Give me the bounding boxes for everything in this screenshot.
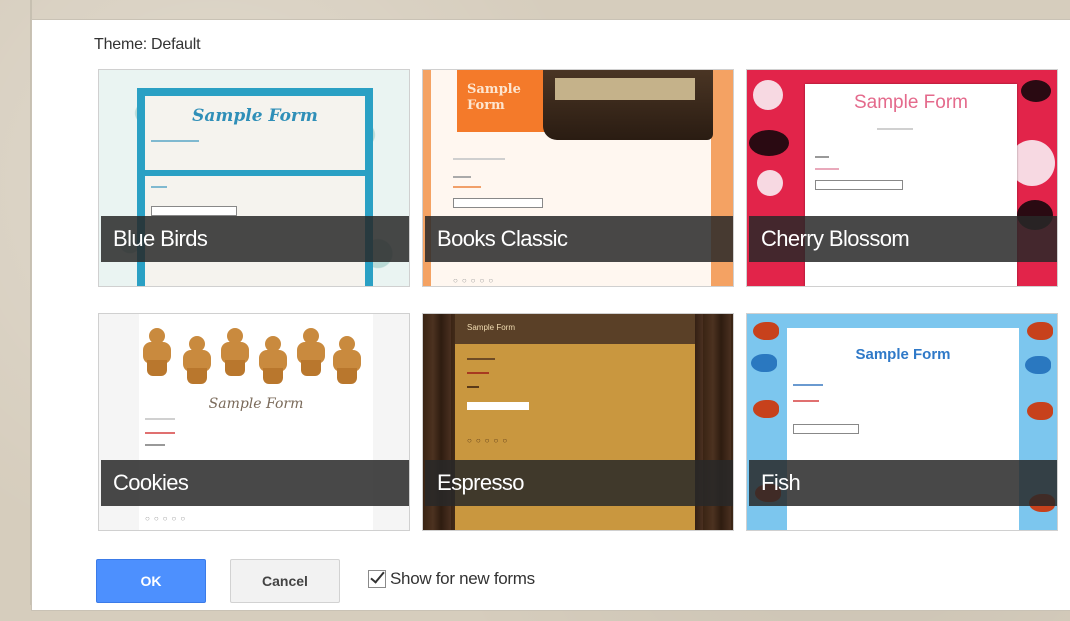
theme-preview-title: Sample Form [467,323,516,332]
blossom-shape [749,130,789,156]
theme-tile-blue-birds[interactable]: Sample Form Blue Birds [98,69,410,287]
preview-rating: ○○○○○ [453,276,498,285]
theme-tile-espresso[interactable]: Sample Form ○○○○○ Espresso [422,313,734,531]
book-image [555,78,695,100]
preview-input [815,180,903,190]
gingerbread-icon [331,336,361,384]
show-for-new-forms-option[interactable]: Show for new forms [368,567,535,591]
fish-shape [753,322,779,340]
show-for-new-forms-checkbox[interactable] [368,570,386,588]
gingerbread-icon [141,328,171,376]
gingerbread-icon [295,328,325,376]
theme-caption: Blue Birds [101,216,409,262]
preview-line [145,444,165,446]
preview-line [453,176,471,178]
theme-caption: Cherry Blossom [749,216,1057,262]
theme-preview-title: Sample Form [467,82,521,114]
theme-caption: Cookies [101,460,409,506]
fish-shape [753,400,779,418]
preview-line [151,186,167,188]
theme-tile-fish[interactable]: Sample Form Fish [746,313,1058,531]
theme-caption: Fish [749,460,1057,506]
blossom-shape [753,80,783,110]
gingerbread-icon [181,336,211,384]
theme-tile-cookies[interactable]: Sample Form ○○○○○ Cookies [98,313,410,531]
preview-input [151,206,237,216]
preview-line [815,168,839,170]
blossom-shape [757,170,783,196]
preview-input [453,198,543,208]
theme-preview-title-line2: Form [467,98,505,113]
preview-line [815,156,829,158]
theme-preview-title: Sample Form [853,92,969,113]
preview-line [145,432,175,434]
theme-preview-title: Sample Form [208,396,304,412]
theme-dialog: Theme: Default Sample Form Blue Birds Sam… [32,20,1070,610]
preview-rating: ○○○○○ [467,436,512,445]
cancel-button[interactable]: Cancel [230,559,340,603]
preview-line [467,386,479,388]
theme-preview-title: Sample Form [192,106,318,126]
theme-label-value: Default [151,36,201,53]
preview-input [467,402,529,410]
theme-preview-title-line1: Sample [467,82,521,97]
blossom-shape [1021,80,1051,102]
preview-line [453,186,481,188]
gingerbread-icon [257,336,287,384]
theme-caption: Books Classic [425,216,733,262]
preview-line [877,128,913,130]
preview-line [151,140,199,142]
ok-button[interactable]: OK [96,559,206,603]
preview-line [467,358,495,360]
show-for-new-forms-label: Show for new forms [390,569,535,588]
theme-label: Theme: Default [94,36,201,54]
preview-line [467,372,489,374]
preview-line [453,158,505,160]
gingerbread-icon [219,328,249,376]
preview-line [793,384,823,386]
theme-caption: Espresso [425,460,733,506]
preview-line [793,400,819,402]
preview-input [793,424,859,434]
fish-shape [1027,322,1053,340]
preview-line [145,418,175,420]
theme-tile-books-classic[interactable]: Sample Form ○○○○○ Books Classic [422,69,734,287]
preview-rating: ○○○○○ [145,514,190,523]
theme-tile-cherry-blossom[interactable]: Sample Form Cherry Blossom [746,69,1058,287]
theme-label-prefix: Theme: [94,36,148,53]
fish-shape [1027,402,1053,420]
fish-shape [1025,356,1051,374]
fish-shape [751,354,777,372]
theme-preview-title: Sample Form [855,346,951,363]
